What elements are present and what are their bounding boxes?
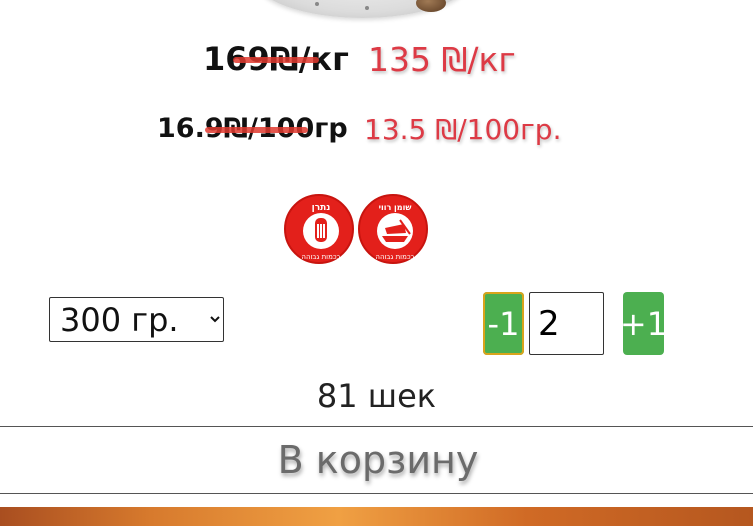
salt-shaker-icon: נתרן בכמות גבוהה: [301, 203, 340, 261]
total-price: 81 шек: [316, 377, 437, 415]
sodium-badge-top-text: נתרן: [312, 203, 331, 213]
saturated-fat-badge-top-text: שומן רווי: [379, 203, 412, 212]
saturated-fat-badge: שומן רווי בכמות גבוהה: [358, 194, 428, 264]
nut-decoration: [416, 0, 446, 12]
butter-icon: שומן רווי בכמות גבוהה: [375, 203, 414, 261]
next-product-image: [0, 507, 753, 526]
old-price-per-100g: 16.9₪/100гр: [157, 113, 348, 144]
decrease-quantity-button[interactable]: -1: [483, 292, 524, 355]
sodium-badge-bottom-text: בכמות גבוהה: [301, 253, 340, 261]
sodium-badge: נתרן בכמות גבוהה: [284, 194, 354, 264]
strikethrough-line: [233, 57, 319, 63]
strikethrough-line: [205, 126, 308, 133]
add-to-cart-button[interactable]: В корзину: [0, 426, 753, 494]
old-price-per-kg: 169₪/кг: [203, 40, 349, 78]
plate-speck: [365, 6, 369, 10]
increase-quantity-button[interactable]: +1: [620, 292, 667, 355]
new-price-per-100g: 13.5 ₪/100гр.: [364, 113, 562, 146]
new-price-per-kg: 135 ₪/кг: [368, 40, 516, 79]
price-per-100g-row: 16.9₪/100гр 13.5 ₪/100гр.: [0, 113, 753, 153]
price-per-kg-row: 169₪/кг 135 ₪/кг: [0, 40, 753, 80]
weight-select[interactable]: 300 гр.: [49, 297, 224, 342]
product-image: [255, 0, 470, 18]
saturated-fat-badge-bottom-text: בכמות גבוהה: [375, 253, 414, 261]
plate-speck: [315, 2, 319, 6]
quantity-input[interactable]: [529, 292, 604, 355]
